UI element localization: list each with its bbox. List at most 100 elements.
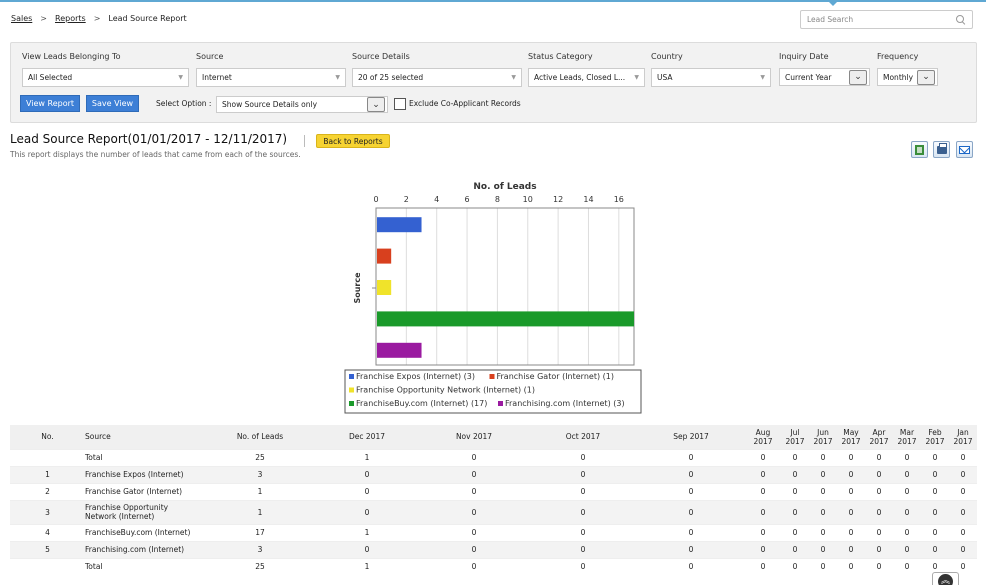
save-view-button[interactable]: Save View — [86, 95, 139, 112]
table-cell: 0 — [781, 448, 809, 466]
chart-tick-label: 16 — [614, 195, 624, 204]
table-cell: 1 — [315, 448, 419, 466]
lead-search-input[interactable]: Lead Search — [800, 10, 973, 29]
table-cell: 0 — [949, 465, 977, 483]
table-cell: 0 — [781, 465, 809, 483]
lead-source-table: No. Source No. of Leads Dec 2017 Nov 2017 Oct… — [10, 425, 977, 575]
chart-tick-label: 10 — [523, 195, 533, 204]
chart-tick-label: 12 — [553, 195, 563, 204]
chart-legend-label: Franchise Expos (Internet) (3) — [356, 372, 475, 381]
chart-bar — [377, 342, 422, 358]
exclude-co-applicant-checkbox[interactable] — [394, 98, 406, 110]
table-cell: 0 — [949, 523, 977, 541]
chart-tick-label: 4 — [434, 195, 439, 204]
table-header-cell[interactable]: Mar 2017 — [893, 425, 921, 449]
table-cell: 0 — [865, 448, 893, 466]
table-cell: 0 — [637, 557, 745, 575]
table-cell: 0 — [419, 499, 529, 524]
chart-tick-label: 2 — [404, 195, 409, 204]
table-header-cell[interactable]: Feb 2017 — [921, 425, 949, 449]
table-row: 3 Franchise Opportunity Network (Internet… — [10, 499, 977, 524]
table-cell: 0 — [837, 499, 865, 524]
source-details-value: 20 of 25 selected — [358, 73, 424, 82]
table-cell: 0 — [893, 448, 921, 466]
chart-bar — [377, 217, 422, 233]
source-details-select[interactable]: 20 of 25 selected ▼ — [352, 68, 522, 87]
table-cell: 0 — [637, 482, 745, 500]
table-header-cell[interactable]: Source — [85, 425, 205, 449]
table-header-cell[interactable]: No. — [10, 425, 85, 449]
table-header-cell[interactable]: Jun 2017 — [809, 425, 837, 449]
scroll-to-top-button[interactable]: ︽ — [932, 572, 959, 585]
table-cell: 0 — [637, 448, 745, 466]
table-cell: 0 — [315, 499, 419, 524]
table-cell: Franchise Expos (Internet) — [85, 465, 205, 483]
search-icon[interactable] — [956, 14, 966, 25]
inquiry-date-select[interactable]: Current Year ⌄ — [779, 68, 870, 86]
table-header-cell[interactable]: Oct 2017 — [529, 425, 637, 449]
table-cell: 0 — [637, 465, 745, 483]
chart-legend-label: FranchiseBuy.com (Internet) (17) — [356, 399, 487, 408]
chevron-down-icon: ▼ — [634, 74, 639, 81]
table-cell: 0 — [949, 499, 977, 524]
table-header-cell[interactable]: No. of Leads — [205, 425, 315, 449]
breadcrumb-reports-link[interactable]: Reports — [55, 14, 86, 23]
view-leads-select[interactable]: All Selected ▼ — [22, 68, 189, 87]
table-header-cell[interactable]: Dec 2017 — [315, 425, 419, 449]
table-cell: 0 — [837, 465, 865, 483]
select-option-label: Select Option : — [156, 99, 212, 108]
chevron-up-icon: ︽ — [938, 574, 953, 585]
breadcrumb-separator: > — [40, 14, 47, 23]
table-cell: FranchiseBuy.com (Internet) — [85, 523, 205, 541]
view-leads-label: View Leads Belonging To — [22, 52, 121, 61]
exclude-co-applicant-label: Exclude Co-Applicant Records — [409, 99, 521, 108]
table-cell: 0 — [809, 465, 837, 483]
table-cell: 0 — [949, 482, 977, 500]
table-cell: 0 — [837, 523, 865, 541]
table-header-cell[interactable]: Jul 2017 — [781, 425, 809, 449]
table-cell: 25 — [205, 557, 315, 575]
table-cell: 0 — [809, 523, 837, 541]
source-select[interactable]: Internet ▼ — [196, 68, 346, 87]
email-icon[interactable] — [956, 141, 973, 158]
view-report-button[interactable]: View Report — [20, 95, 80, 112]
select-option-select[interactable]: Show Source Details only ⌄ — [216, 96, 388, 113]
chevron-down-icon: ⌄ — [367, 97, 385, 112]
breadcrumb-sales-link[interactable]: Sales — [11, 14, 32, 23]
table-header-cell[interactable]: Nov 2017 — [419, 425, 529, 449]
filter-panel: View Leads Belonging To All Selected ▼ So… — [10, 42, 977, 123]
table-cell: 1 — [205, 482, 315, 500]
table-cell: 25 — [205, 448, 315, 466]
back-to-reports-button[interactable]: Back to Reports — [316, 134, 390, 148]
table-cell: Franchise Opportunity Network (Internet) — [85, 499, 205, 524]
table-cell: 1 — [10, 465, 85, 483]
report-description: This report displays the number of leads… — [10, 150, 301, 159]
print-icon[interactable] — [933, 141, 950, 158]
status-category-select[interactable]: Active Leads, Closed L... ▼ — [528, 68, 645, 87]
country-select[interactable]: USA ▼ — [651, 68, 771, 87]
frequency-value: Monthly — [883, 72, 914, 82]
chart-tick-label: 6 — [465, 195, 470, 204]
table-header-cell[interactable]: May 2017 — [837, 425, 865, 449]
table-header-cell[interactable]: Apr 2017 — [865, 425, 893, 449]
table-row: Total 25 1 0 0 0 0 0 0 0 0 0 0 0 — [10, 557, 977, 575]
table-cell: 0 — [865, 465, 893, 483]
table-header-cell[interactable]: Sep 2017 — [637, 425, 745, 449]
frequency-select[interactable]: Monthly ⌄ — [877, 68, 938, 86]
table-cell — [10, 448, 85, 466]
breadcrumb: Sales > Reports > Lead Source Report — [11, 14, 187, 23]
table-cell: Total — [85, 448, 205, 466]
table-cell: 0 — [419, 465, 529, 483]
table-cell: 0 — [809, 499, 837, 524]
table-cell: 0 — [893, 523, 921, 541]
table-header-cell[interactable]: Jan 2017 — [949, 425, 977, 449]
top-accent-line — [0, 0, 986, 2]
table-cell: 0 — [529, 448, 637, 466]
excel-export-icon[interactable] — [911, 141, 928, 158]
table-cell: 1 — [315, 523, 419, 541]
status-category-value: Active Leads, Closed L... — [534, 73, 626, 82]
table-cell: 17 — [205, 523, 315, 541]
table-cell: 0 — [921, 499, 949, 524]
table-header-cell[interactable]: Aug 2017 — [745, 425, 781, 449]
chevron-down-icon: ▼ — [335, 74, 340, 81]
